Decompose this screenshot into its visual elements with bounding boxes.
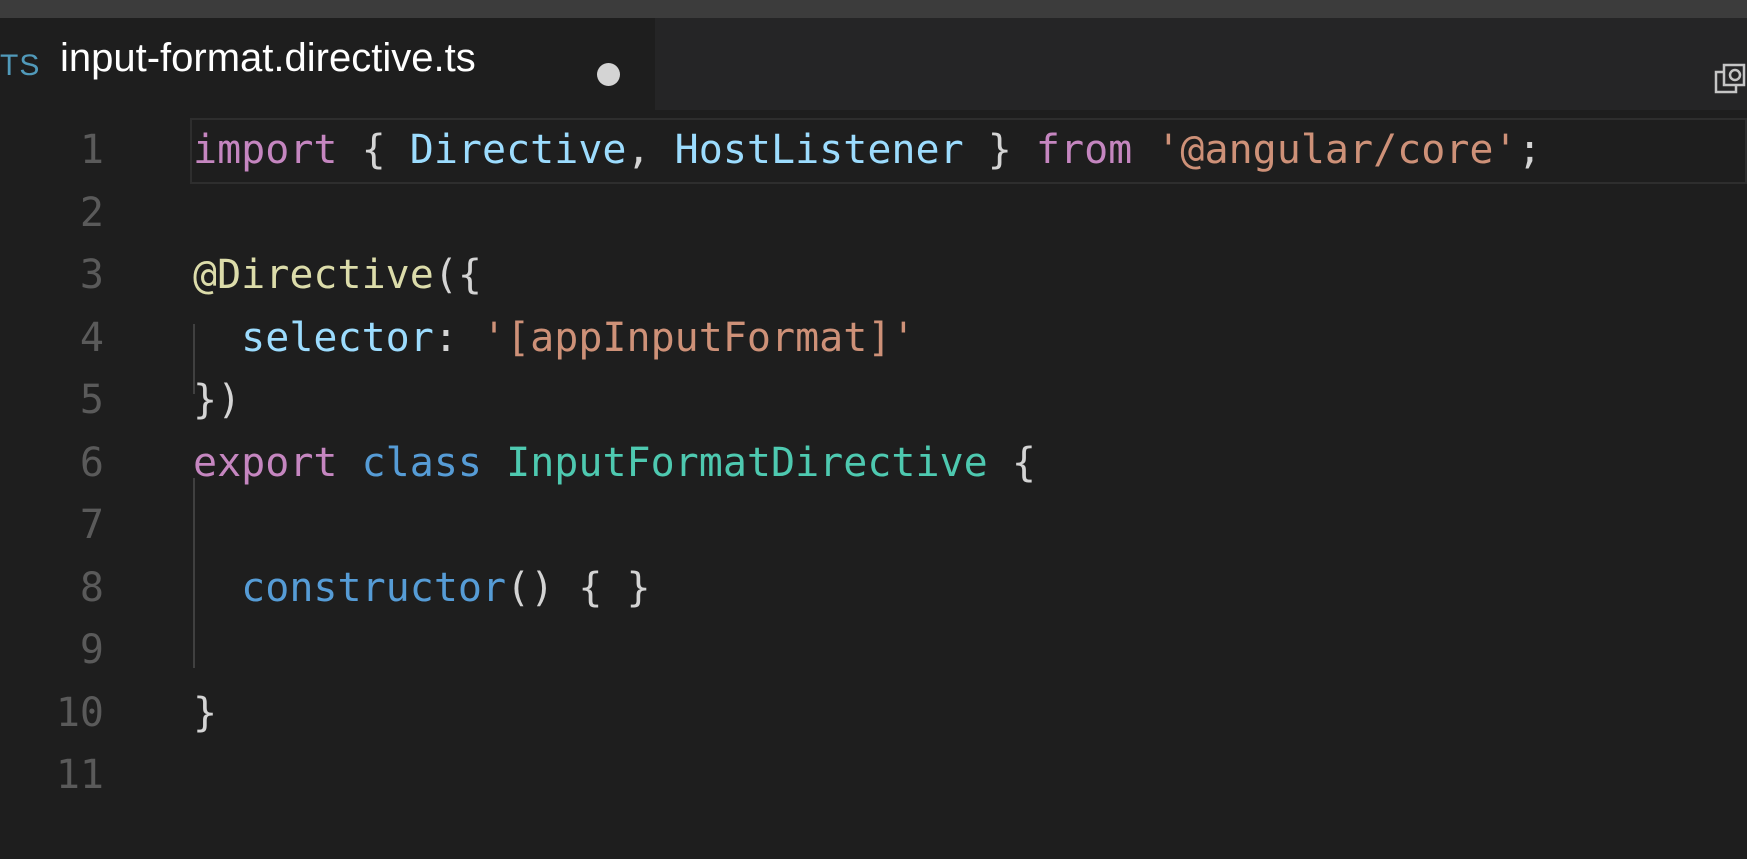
code-line[interactable]: 5}) — [0, 365, 1747, 435]
code-text: @Directive({ — [193, 240, 482, 310]
code-token: export — [193, 439, 338, 486]
code-text: import { Directive, HostListener } from … — [193, 115, 1542, 185]
code-token: '@angular/core' — [1156, 127, 1518, 173]
code-token: : — [433, 314, 482, 361]
line-number: 5 — [79, 377, 104, 423]
code-token: () { } — [506, 564, 651, 611]
line-number: 11 — [55, 752, 104, 798]
code-line[interactable]: 10} — [0, 678, 1747, 748]
line-number: 7 — [79, 502, 104, 548]
line-number: 10 — [55, 689, 104, 736]
line-number: 2 — [79, 189, 104, 236]
code-token: ({ — [433, 252, 483, 298]
code-text: }) — [193, 365, 241, 435]
split-editor-icon[interactable] — [1713, 62, 1747, 96]
line-number: 6 — [79, 439, 104, 486]
code-editor[interactable]: 1 import { Directive, HostListener } from… — [0, 110, 1747, 859]
typescript-file-icon: TS — [0, 49, 41, 82]
tab-input-format-directive[interactable]: TS input-format.directive.ts — [0, 18, 655, 110]
code-token: import — [193, 127, 338, 173]
code-line[interactable]: 9 — [0, 615, 1747, 685]
code-token: Directive — [409, 127, 627, 173]
code-line[interactable]: 4 selector: '[appInputFormat]' — [0, 303, 1747, 373]
code-token: { — [337, 127, 410, 173]
code-token: Directive — [217, 252, 434, 298]
code-token: ; — [1517, 127, 1542, 173]
code-line[interactable]: 8 constructor() { } — [0, 553, 1747, 623]
code-line[interactable]: 2 — [0, 178, 1747, 248]
code-token: selector — [241, 314, 434, 361]
line-number: 3 — [79, 252, 104, 298]
code-token: InputFormatDirective — [506, 439, 988, 486]
code-token: } — [193, 689, 218, 736]
code-line[interactable]: 1 import { Directive, HostListener } from… — [0, 115, 1747, 185]
code-line[interactable]: 11 — [0, 740, 1747, 810]
line-number: 8 — [79, 564, 104, 611]
code-text: export class InputFormatDirective { — [193, 428, 1036, 498]
code-line[interactable]: 7 — [0, 490, 1747, 560]
code-token: @ — [193, 252, 218, 298]
code-line[interactable]: 3 @Directive({ — [0, 240, 1747, 310]
title-bar — [0, 0, 1747, 18]
code-token: '[appInputFormat]' — [482, 314, 916, 361]
editor-tab-bar: TS input-format.directive.ts — [0, 18, 1747, 110]
code-text: constructor() { } — [193, 553, 651, 623]
code-text: selector: '[appInputFormat]' — [193, 303, 915, 373]
tab-filename: input-format.directive.ts — [60, 36, 476, 80]
line-number: 9 — [79, 627, 104, 673]
code-token: , — [626, 127, 675, 173]
code-line[interactable]: 6 export class InputFormatDirective { — [0, 428, 1747, 498]
line-number: 4 — [79, 314, 104, 361]
unsaved-dot-icon[interactable] — [597, 63, 620, 86]
code-token: { — [987, 439, 1036, 486]
code-token: constructor — [241, 564, 507, 611]
code-token: } — [963, 127, 1036, 173]
code-token: }) — [193, 377, 242, 423]
code-token: from — [1035, 127, 1133, 173]
code-editor-window: TS input-format.directive.ts 1 import { D… — [0, 0, 1747, 859]
code-token: class — [361, 439, 483, 486]
line-number: 1 — [79, 127, 104, 173]
code-token: HostListener — [674, 127, 964, 173]
code-text: } — [193, 678, 217, 748]
